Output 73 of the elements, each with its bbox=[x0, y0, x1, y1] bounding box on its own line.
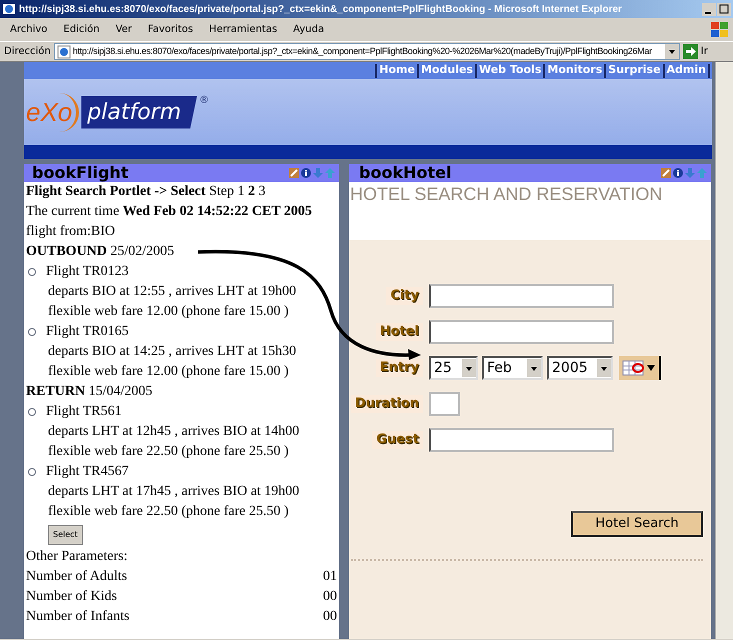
flight-times: departs LHT at 17h45 , arrives BIO at 19h00 bbox=[47, 483, 300, 501]
minimize-icon[interactable] bbox=[702, 2, 716, 16]
param-value: 00 bbox=[323, 608, 337, 626]
nav-link[interactable]: Surprise bbox=[608, 62, 661, 79]
url-text: http://sipj38.si.ehu.es:8070/exo/faces/private/portal.jsp?_ctx=ekin&_component=PplFlightBooking%20-%2026Mar%20(madeByTruji)/PplFlightBooking26Mar bbox=[72, 44, 653, 58]
flight-fare: flexible web fare 12.00 (phone fare 15.00 ) bbox=[47, 303, 290, 321]
windows-logo-icon bbox=[709, 20, 731, 40]
nav-link[interactable]: Home bbox=[379, 62, 415, 79]
field-label: City bbox=[386, 287, 423, 305]
hotel-search-button[interactable]: Hotel Search bbox=[571, 511, 703, 537]
portlet-title: bookHotel bbox=[359, 164, 452, 182]
nav-link[interactable]: Admin bbox=[666, 62, 706, 79]
browser-icon bbox=[2, 2, 16, 16]
info-icon[interactable] bbox=[301, 168, 311, 178]
text-field[interactable] bbox=[429, 320, 614, 344]
menu-item[interactable]: Archivo bbox=[10, 22, 48, 37]
portlet-title: bookFlight bbox=[32, 164, 128, 182]
nav-link[interactable]: Web Tools bbox=[478, 62, 542, 79]
params-heading: Other Parameters: bbox=[26, 548, 128, 566]
dropdown[interactable]: Feb bbox=[482, 356, 543, 380]
address-label: Dirección bbox=[4, 45, 51, 59]
radio-button[interactable] bbox=[28, 468, 36, 476]
field-label: Entry bbox=[376, 359, 423, 377]
flight-name: Flight TR561 bbox=[46, 403, 122, 421]
menu-item[interactable]: Edición bbox=[63, 22, 100, 37]
nav-link[interactable]: Modules bbox=[420, 62, 473, 79]
flight-times: departs BIO at 12:55 , arrives LHT at 19h00 bbox=[47, 283, 298, 301]
flight-fare: flexible web fare 12.00 (phone fare 15.00 ) bbox=[47, 363, 290, 381]
param-value: 00 bbox=[323, 588, 337, 606]
menu-item[interactable]: Favoritos bbox=[148, 22, 194, 37]
param-label: Number of Infants bbox=[26, 608, 130, 626]
text-field[interactable] bbox=[429, 392, 460, 416]
address-field[interactable]: http://sipj38.si.ehu.es:8070/exo/faces/private/portal.jsp?_ctx=ekin&_component=PplFlightBooking%20-%2026Mar%20(madeByTruji)/PplFlightBooking26Mar bbox=[54, 43, 680, 60]
text-field[interactable] bbox=[429, 428, 614, 452]
info-line: Flight Search Portlet -> Select Step 1 2 3 bbox=[26, 183, 266, 201]
go-arrow-icon[interactable] bbox=[682, 44, 698, 59]
leg-heading: RETURN 15/04/2005 bbox=[26, 383, 154, 401]
menu-item[interactable]: Ayuda bbox=[293, 22, 324, 37]
field-label: Duration bbox=[350, 395, 423, 413]
dropdown[interactable]: 25 bbox=[429, 356, 478, 380]
menu-item[interactable]: Herramientas bbox=[209, 22, 278, 37]
radio-button[interactable] bbox=[28, 328, 36, 336]
select-button[interactable]: Select bbox=[48, 525, 83, 545]
flight-fare: flexible web fare 22.50 (phone fare 25.50 ) bbox=[47, 503, 290, 521]
flight-name: Flight TR4567 bbox=[46, 463, 129, 481]
hotel-heading: HOTEL SEARCH AND RESERVATION bbox=[349, 183, 664, 206]
flight-times: departs LHT at 12h45 , arrives BIO at 14h00 bbox=[47, 423, 300, 441]
dropdown[interactable]: 2005 bbox=[547, 356, 613, 380]
go-label[interactable]: Ir bbox=[700, 44, 708, 59]
param-label: Number of Adults bbox=[26, 568, 128, 586]
info-icon[interactable] bbox=[673, 168, 683, 178]
calendar-icon[interactable] bbox=[619, 356, 661, 380]
scrollbar[interactable] bbox=[715, 62, 733, 639]
radio-button[interactable] bbox=[28, 408, 36, 416]
menu-item[interactable]: Ver bbox=[116, 22, 132, 37]
info-line: The current time Wed Feb 02 14:52:22 CET 2005 bbox=[26, 203, 313, 221]
flight-times: departs BIO at 14:25 , arrives LHT at 15h30 bbox=[47, 343, 298, 361]
flight-fare: flexible web fare 22.50 (phone fare 25.50 ) bbox=[47, 443, 290, 461]
nav-link[interactable]: Monitors bbox=[547, 62, 602, 79]
window-title: http://sipj38.si.ehu.es:8070/exo/faces/private/portal.jsp?_ctx=ekin&_component=PplFlightBooking - Microsoft Internet Explorer bbox=[19, 2, 623, 16]
info-line: flight from:BIO bbox=[26, 223, 116, 241]
logo: eXo platform ® bbox=[24, 92, 210, 132]
param-label: Number of Kids bbox=[26, 588, 117, 606]
page-icon bbox=[56, 44, 71, 58]
text-field[interactable] bbox=[429, 284, 614, 308]
field-label: Hotel bbox=[376, 323, 423, 341]
radio-button[interactable] bbox=[28, 268, 36, 276]
maximize-icon[interactable] bbox=[717, 2, 731, 16]
flight-name: Flight TR0123 bbox=[46, 263, 129, 281]
flight-name: Flight TR0165 bbox=[46, 323, 129, 341]
leg-heading: OUTBOUND 25/02/2005 bbox=[26, 243, 176, 261]
param-value: 01 bbox=[323, 568, 337, 586]
field-label: Guest bbox=[372, 431, 423, 449]
